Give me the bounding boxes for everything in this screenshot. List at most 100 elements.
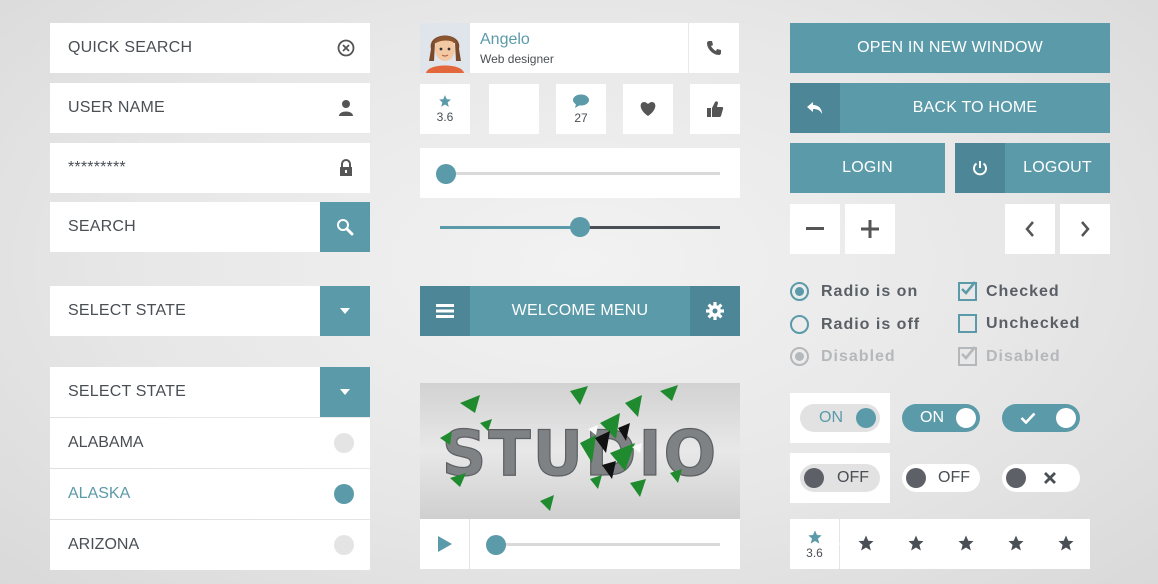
toggle-on-light[interactable]: ON	[800, 404, 880, 432]
toggle-frame-1: ON	[790, 393, 890, 443]
radio-dot	[795, 287, 804, 296]
radio-off[interactable]	[790, 315, 809, 334]
reply-arrow-icon	[807, 102, 822, 114]
star-icon	[1008, 535, 1024, 551]
hamburger-icon	[436, 304, 454, 318]
rating-summary: 3.6	[790, 519, 840, 569]
increment-button[interactable]	[845, 204, 895, 254]
option-label: ALABAMA	[68, 434, 144, 451]
select-state-open-dropdown-button[interactable]	[320, 367, 370, 417]
star-icon	[439, 95, 451, 107]
rating-pointer	[834, 538, 840, 550]
decrement-button[interactable]	[790, 204, 840, 254]
slider-2-track[interactable]	[580, 226, 720, 229]
minus-icon	[806, 227, 824, 230]
thumbs-up-icon	[707, 101, 724, 117]
power-button[interactable]	[955, 143, 1005, 193]
back-to-home-button[interactable]: BACK TO HOME	[840, 83, 1110, 133]
comments-count: 27	[574, 110, 588, 125]
search-button[interactable]	[320, 202, 370, 252]
option-radio	[334, 433, 354, 453]
checkbox-unchecked[interactable]	[958, 314, 977, 333]
slider-1-track[interactable]	[446, 172, 720, 175]
toggle-knob	[1056, 408, 1076, 428]
select-state-label: SELECT STATE	[68, 302, 186, 319]
close-icon	[1044, 472, 1056, 484]
toggle-on-teal[interactable]: ON	[902, 404, 980, 432]
checkbox-checked[interactable]	[958, 281, 977, 301]
checkbox-checked-label: Checked	[986, 283, 1060, 300]
toggle-off-light[interactable]: OFF	[800, 464, 880, 492]
star-icon	[958, 535, 974, 551]
rating-button[interactable]: 3.6	[420, 84, 470, 134]
play-icon	[437, 536, 452, 552]
clear-icon[interactable]	[336, 38, 356, 58]
star-5[interactable]	[1056, 533, 1076, 553]
toggle-label: ON	[819, 409, 843, 426]
star-1[interactable]	[856, 533, 876, 553]
list-item-arizona[interactable]: ARIZONA	[50, 520, 370, 570]
play-button[interactable]	[420, 519, 470, 569]
call-button[interactable]	[689, 23, 739, 73]
toggle-knob	[906, 468, 926, 488]
rating-summary-value: 3.6	[806, 545, 823, 560]
welcome-menu-button[interactable]: WELCOME MENU	[470, 286, 690, 336]
toggle-knob	[956, 408, 976, 428]
check-icon	[961, 346, 977, 360]
video-progress-track[interactable]	[496, 543, 720, 546]
star-icon	[807, 529, 822, 544]
username-input[interactable]: USER NAME	[50, 83, 370, 133]
toggle-frame-2: OFF	[790, 453, 890, 503]
previous-button[interactable]	[1005, 204, 1055, 254]
like-button[interactable]	[623, 84, 673, 134]
select-state-open[interactable]: SELECT STATE	[50, 367, 320, 417]
toggle-knob	[804, 468, 824, 488]
select-state-dropdown-button[interactable]	[320, 286, 370, 336]
chevron-right-icon	[1081, 221, 1090, 237]
user-icon	[336, 98, 356, 118]
option-label: ALASKA	[68, 485, 131, 502]
radio-on[interactable]	[790, 282, 809, 301]
search-input[interactable]: SEARCH	[50, 202, 320, 252]
star-4[interactable]	[1006, 533, 1026, 553]
select-state-closed[interactable]: SELECT STATE	[50, 286, 320, 336]
gear-icon	[706, 302, 724, 320]
slider-2-handle[interactable]	[570, 217, 590, 237]
login-button[interactable]: LOGIN	[790, 143, 945, 193]
hamburger-button[interactable]	[420, 286, 470, 336]
open-new-window-button[interactable]: OPEN IN NEW WINDOW	[790, 23, 1110, 73]
radio-disabled-label: Disabled	[821, 348, 896, 365]
next-button[interactable]	[1060, 204, 1110, 254]
open-new-window-label: OPEN IN NEW WINDOW	[857, 39, 1043, 56]
heart-icon	[640, 102, 656, 116]
chevron-down-icon	[340, 389, 350, 395]
quick-search-placeholder: QUICK SEARCH	[68, 39, 193, 56]
back-to-home-label: BACK TO HOME	[912, 99, 1038, 116]
calendar-button[interactable]: 15	[489, 84, 539, 134]
checkbox-disabled	[958, 346, 977, 366]
thumbs-up-button[interactable]	[690, 84, 740, 134]
profile-name: Angelo	[480, 31, 530, 48]
back-arrow-button[interactable]	[790, 83, 840, 133]
list-item-alaska[interactable]: ALASKA	[50, 469, 370, 519]
star-3[interactable]	[956, 533, 976, 553]
settings-button[interactable]	[690, 286, 740, 336]
star-2[interactable]	[906, 533, 926, 553]
toggle-on-check[interactable]	[1002, 404, 1080, 432]
video-frame[interactable]: STUDIO	[420, 383, 740, 519]
list-item-alabama[interactable]: ALABAMA	[50, 418, 370, 468]
radio-on-label: Radio is on	[821, 283, 919, 300]
quick-search-input[interactable]: QUICK SEARCH	[50, 23, 370, 73]
toggle-off-white[interactable]: OFF	[902, 464, 980, 492]
calendar-day: 15	[510, 110, 518, 117]
video-progress-handle[interactable]	[486, 535, 506, 555]
rating-value: 3.6	[436, 110, 454, 124]
comments-button[interactable]: 27	[556, 84, 606, 134]
logout-button[interactable]: LOGOUT	[1005, 143, 1110, 193]
password-input[interactable]: *********	[50, 143, 370, 193]
slider-1-handle[interactable]	[436, 164, 456, 184]
select-state-open-label: SELECT STATE	[68, 383, 186, 400]
checkbox-disabled-label: Disabled	[986, 348, 1061, 365]
search-placeholder: SEARCH	[68, 218, 136, 235]
toggle-off-cross[interactable]	[1002, 464, 1080, 492]
